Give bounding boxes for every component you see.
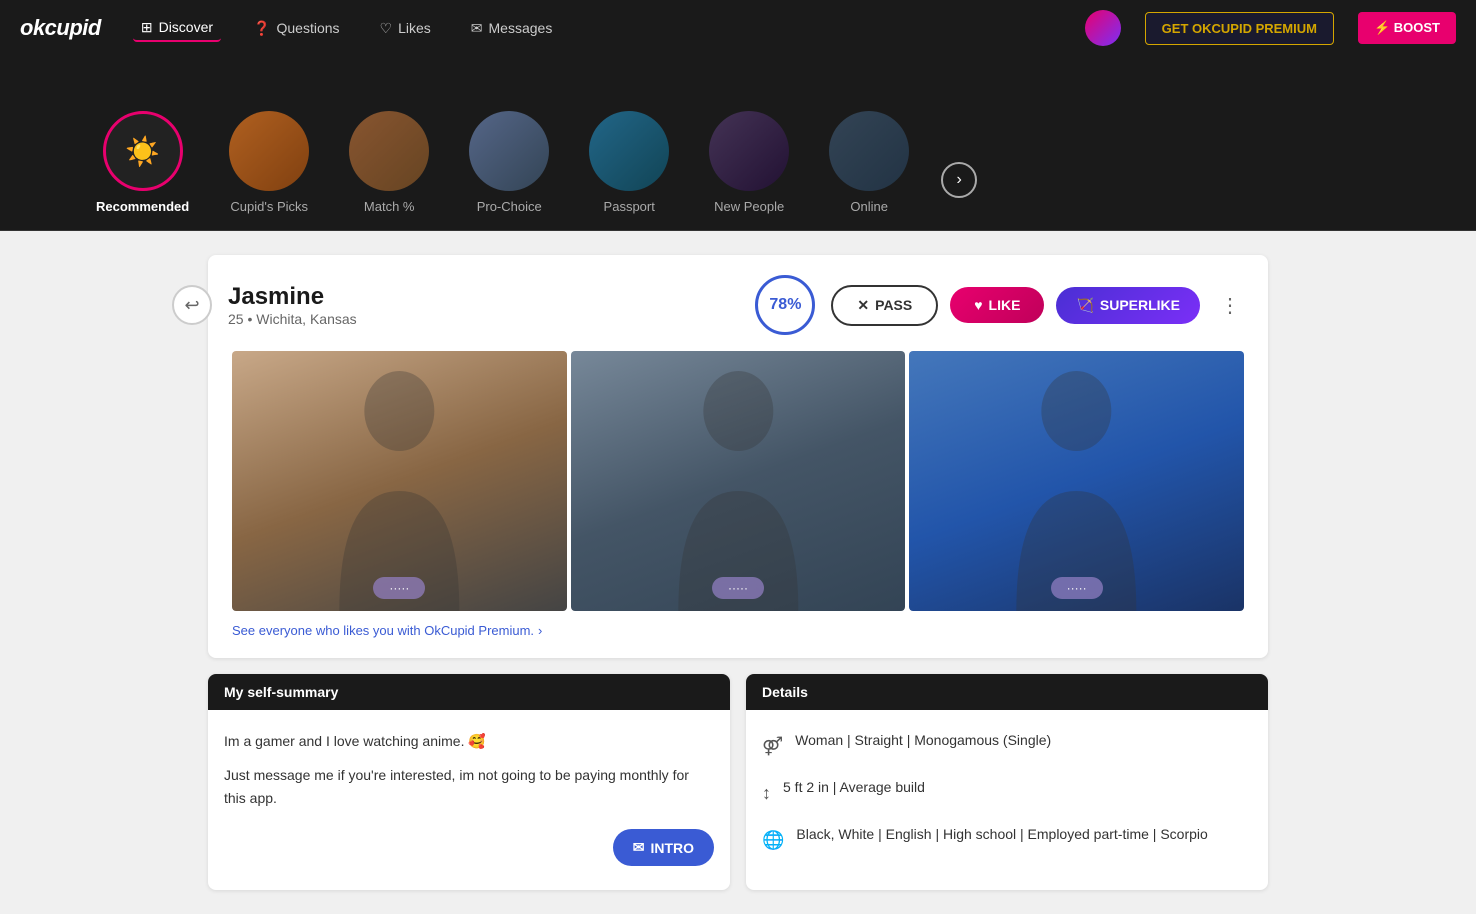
self-summary-card: My self-summary Im a gamer and I love wa… (208, 674, 730, 890)
category-cupids-picks[interactable]: Cupid's Picks (213, 99, 325, 230)
profile-age: 25 (228, 311, 244, 327)
details-header: Details (746, 674, 1268, 710)
x-icon: ✕ (857, 297, 869, 314)
profile-location: Wichita, Kansas (256, 311, 356, 327)
pass-label: PASS (875, 297, 912, 313)
cupids-picks-image (229, 111, 309, 191)
nav-likes-label: Likes (398, 20, 431, 36)
profile-header: ↩ Jasmine 25 • Wichita, Kansas 78% ✕ PAS… (232, 275, 1244, 335)
photo-3-badge: ····· (1051, 577, 1103, 599)
nav-discover-label: Discover (159, 19, 213, 35)
category-match[interactable]: Match % (333, 99, 445, 230)
detail-row-gender: ⚤ Woman | Straight | Monogamous (Single) (762, 730, 1252, 761)
passport-image (589, 111, 669, 191)
category-online-label: Online (850, 199, 888, 214)
navbar: okcupid ⊞ Discover ❓ Questions ♡ Likes ✉… (0, 0, 1476, 56)
like-label: LIKE (989, 297, 1021, 313)
chevron-right-icon: › (538, 623, 542, 638)
category-pro-choice[interactable]: Pro-Choice (453, 99, 565, 230)
photo-1-badge: ····· (373, 577, 425, 599)
category-online[interactable]: Online (813, 99, 925, 230)
globe-icon: 🌐 (762, 826, 784, 855)
photo-grid: ····· ····· ····· (232, 351, 1244, 611)
pass-button[interactable]: ✕ PASS (831, 285, 938, 326)
gender-icon: ⚤ (762, 732, 783, 761)
new-people-image (709, 111, 789, 191)
undo-button[interactable]: ↩ (172, 285, 212, 325)
category-next-button[interactable]: › (941, 162, 977, 198)
main-content: ↩ Jasmine 25 • Wichita, Kansas 78% ✕ PAS… (168, 231, 1308, 914)
nav-questions-label: Questions (276, 20, 339, 36)
profile-card: ↩ Jasmine 25 • Wichita, Kansas 78% ✕ PAS… (208, 255, 1268, 658)
nav-questions[interactable]: ❓ Questions (245, 16, 347, 41)
heart-icon: ♥ (974, 297, 982, 313)
message-icon: ✉ (633, 839, 645, 856)
photo-2-badge: ····· (712, 577, 764, 599)
superlike-button[interactable]: 🏹 SUPERLIKE (1056, 287, 1200, 324)
profile-sub: 25 • Wichita, Kansas (228, 311, 739, 327)
self-summary-text-2: Just message me if you're interested, im… (224, 764, 714, 809)
match-image (349, 111, 429, 191)
questions-icon: ❓ (253, 20, 270, 37)
superlike-label: SUPERLIKE (1100, 297, 1180, 313)
nav-likes[interactable]: ♡ Likes (372, 16, 439, 41)
discover-icon: ⊞ (141, 19, 153, 36)
app-logo[interactable]: okcupid (20, 15, 101, 41)
action-buttons: ✕ PASS ♥ LIKE 🏹 SUPERLIKE (831, 285, 1200, 326)
detail-gender-text: Woman | Straight | Monogamous (Single) (795, 730, 1051, 751)
profile-name-block: Jasmine 25 • Wichita, Kansas (228, 283, 739, 327)
intro-label: INTRO (650, 840, 694, 856)
photo-3[interactable]: ····· (909, 351, 1244, 611)
superlike-icon: 🏹 (1076, 297, 1093, 314)
photo-1[interactable]: ····· (232, 351, 567, 611)
messages-icon: ✉ (471, 20, 483, 37)
category-match-label: Match % (364, 199, 415, 214)
category-passport[interactable]: Passport (573, 99, 685, 230)
pro-choice-image (469, 111, 549, 191)
category-new-people[interactable]: New People (693, 99, 805, 230)
online-image (829, 111, 909, 191)
profile-name: Jasmine (228, 283, 739, 311)
nav-discover[interactable]: ⊞ Discover (133, 15, 221, 42)
like-button[interactable]: ♥ LIKE (950, 287, 1044, 323)
height-icon: ↕ (762, 779, 771, 808)
self-summary-body: Im a gamer and I love watching anime. 🥰 … (208, 710, 730, 886)
boost-button[interactable]: ⚡ BOOST (1358, 12, 1456, 44)
match-percentage: 78% (755, 275, 815, 335)
category-bar: ☀️ Recommended Cupid's Picks Match % Pro… (0, 56, 1476, 231)
intro-button[interactable]: ✉ INTRO (613, 829, 714, 866)
detail-height-text: 5 ft 2 in | Average build (783, 777, 925, 798)
likes-icon: ♡ (380, 20, 393, 37)
category-recommended-label: Recommended (96, 199, 189, 214)
photo-2[interactable]: ····· (571, 351, 906, 611)
detail-row-height: ↕ 5 ft 2 in | Average build (762, 777, 1252, 808)
user-avatar[interactable] (1085, 10, 1121, 46)
self-summary-header: My self-summary (208, 674, 730, 710)
category-cupids-picks-label: Cupid's Picks (230, 199, 308, 214)
nav-messages[interactable]: ✉ Messages (463, 16, 561, 41)
category-new-people-label: New People (714, 199, 784, 214)
more-options-button[interactable]: ⋮ (1216, 289, 1244, 322)
premium-link-text: See everyone who likes you with OkCupid … (232, 623, 534, 638)
self-summary-text-1: Im a gamer and I love watching anime. 🥰 (224, 730, 714, 752)
recommended-icon: ☀️ (103, 111, 183, 191)
profile-separator: • (247, 311, 256, 327)
details-body: ⚤ Woman | Straight | Monogamous (Single)… (746, 710, 1268, 890)
category-passport-label: Passport (604, 199, 655, 214)
category-recommended[interactable]: ☀️ Recommended (80, 99, 205, 230)
bottom-row: My self-summary Im a gamer and I love wa… (208, 674, 1268, 890)
nav-messages-label: Messages (489, 20, 553, 36)
premium-button[interactable]: GET OKCUPID PREMIUM (1145, 12, 1334, 45)
detail-background-text: Black, White | English | High school | E… (796, 824, 1207, 845)
details-card: Details ⚤ Woman | Straight | Monogamous … (746, 674, 1268, 890)
detail-row-background: 🌐 Black, White | English | High school |… (762, 824, 1252, 855)
category-pro-choice-label: Pro-Choice (477, 199, 542, 214)
premium-link[interactable]: See everyone who likes you with OkCupid … (232, 623, 1244, 638)
